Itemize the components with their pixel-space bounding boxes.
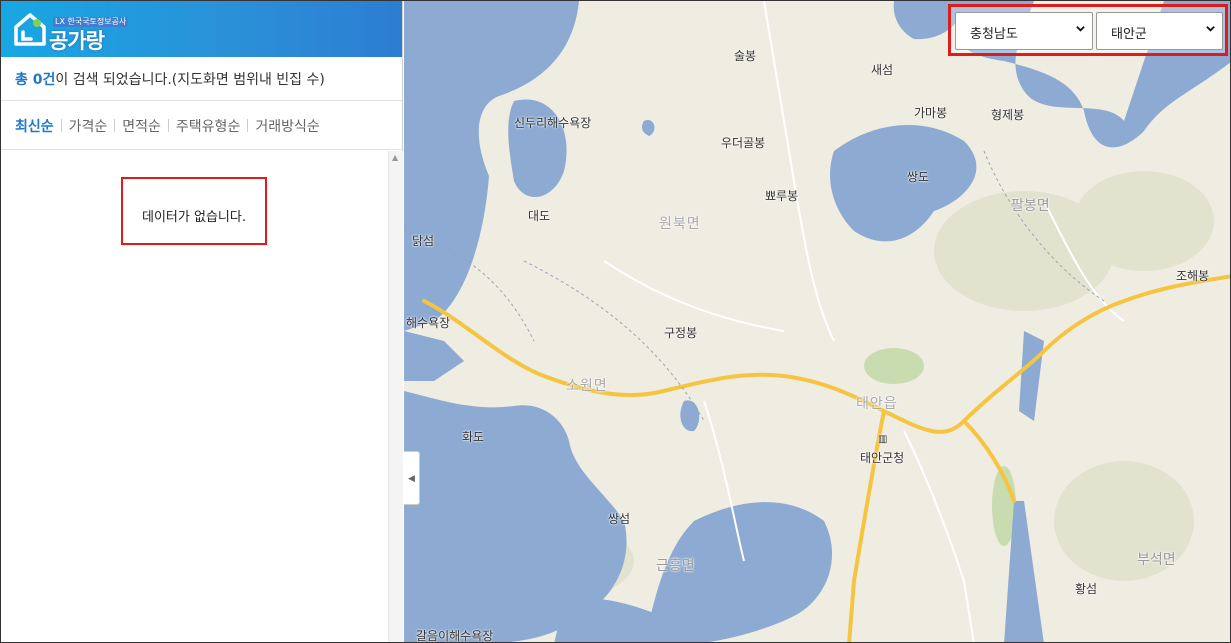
panel-collapse-button[interactable]: ◀ [404, 451, 420, 505]
search-summary: 총 0건이 검색 되었습니다.(지도화면 범위내 빈집 수) [1, 57, 402, 101]
divider [167, 119, 169, 132]
map-view[interactable]: 술봉 새섬 가마봉 형제봉 신두리해수욕장 우더골봉 쌍도 뾰루봉 팔봉면 대도… [404, 1, 1230, 643]
sort-tab-housing-type[interactable]: 주택유형순 [176, 119, 240, 135]
divider [60, 119, 62, 132]
chevron-left-icon: ◀ [408, 474, 415, 484]
map-label-sowonmyeon: 소원면 [566, 378, 608, 394]
county-office-icon: ▥ [878, 434, 888, 445]
map-label-hwangseom: 황섬 [1075, 582, 1098, 596]
map-label-ppyorubong: 뾰루봉 [765, 189, 799, 203]
map-label-dakseom: 닭섬 [412, 234, 435, 248]
district-select[interactable]: 태안군 [1096, 12, 1223, 50]
sort-tab-transaction-type[interactable]: 거래방식순 [255, 119, 319, 135]
chevron-down-icon [1076, 26, 1085, 32]
map-label-ssangdo: 쌍도 [907, 170, 930, 184]
sort-tab-latest[interactable]: 최신순 [15, 119, 54, 135]
side-panel: LX 한국국토정보공사 공가랑 총 0건이 검색 되었습니다.(지도화면 범위내… [1, 1, 403, 642]
map-label-buseokmyeon: 부석면 [1137, 552, 1176, 568]
map-label-hyeongjebong: 형제봉 [991, 108, 1025, 122]
sort-tab-area[interactable]: 면적순 [122, 119, 161, 135]
divider [247, 119, 249, 132]
divider [114, 119, 116, 132]
map-label-daedo: 대도 [528, 209, 551, 223]
logo[interactable]: LX 한국국토정보공사 공가랑 [13, 9, 129, 53]
app-window: LX 한국국토정보공사 공가랑 총 0건이 검색 되었습니다.(지도화면 범위내… [0, 0, 1231, 643]
province-select-value: 충청남도 [970, 27, 1018, 42]
map-label-saeseom: 새섬 [871, 63, 894, 77]
list-scrollbar[interactable]: ▲ [388, 151, 403, 642]
map-label-haesuyokjang: 해수욕장 [406, 316, 451, 330]
map-label-gujeongbong: 구정봉 [664, 326, 698, 340]
panel-header: LX 한국국토정보공사 공가랑 [1, 1, 402, 57]
map-label-wonbukmyeon: 원북면 [659, 216, 701, 232]
map-label-palbongmyeon: 팔봉면 [1011, 198, 1050, 214]
map-label-taeaneup: 태안읍 [856, 396, 898, 412]
map-label-udeogolbong: 우더골봉 [721, 136, 766, 150]
map-label-sinduri: 신두리해수욕장 [514, 116, 592, 130]
region-select-group: 충청남도 태안군 [948, 4, 1228, 56]
district-select-value: 태안군 [1111, 27, 1147, 42]
logo-title: 공가랑 [49, 29, 105, 53]
map-label-geunheungmyeon: 근흥면 [656, 558, 695, 574]
scroll-up-arrow-icon[interactable]: ▲ [392, 153, 398, 162]
map-label-hwado: 화도 [462, 430, 485, 444]
province-select[interactable]: 충청남도 [955, 12, 1093, 50]
map-label-johaebong: 조해봉 [1176, 269, 1210, 283]
map-canvas [404, 1, 1230, 642]
empty-message-box: 데이터가 없습니다. [121, 177, 267, 245]
chevron-down-icon [1206, 26, 1215, 32]
map-label-taeangunhall: 태안군청 [860, 451, 905, 465]
map-label-sulbong: 술봉 [734, 49, 757, 63]
map-label-gamabong: 가마봉 [914, 106, 948, 120]
sort-tabs: 최신순 가격순 면적순 주택유형순 거래방식순 [1, 101, 402, 150]
sort-tab-price[interactable]: 가격순 [69, 119, 108, 135]
map-label-ssangseom: 쌍섬 [608, 512, 631, 526]
result-list: 데이터가 없습니다. [1, 151, 388, 642]
map-label-galeumi: 갈음이해수욕장 [416, 629, 494, 643]
result-count: 총 0건 [15, 72, 56, 88]
result-message: 이 검색 되었습니다.(지도화면 범위내 빈집 수) [55, 72, 325, 88]
empty-message: 데이터가 없습니다. [142, 210, 246, 225]
logo-house-icon [14, 13, 46, 46]
